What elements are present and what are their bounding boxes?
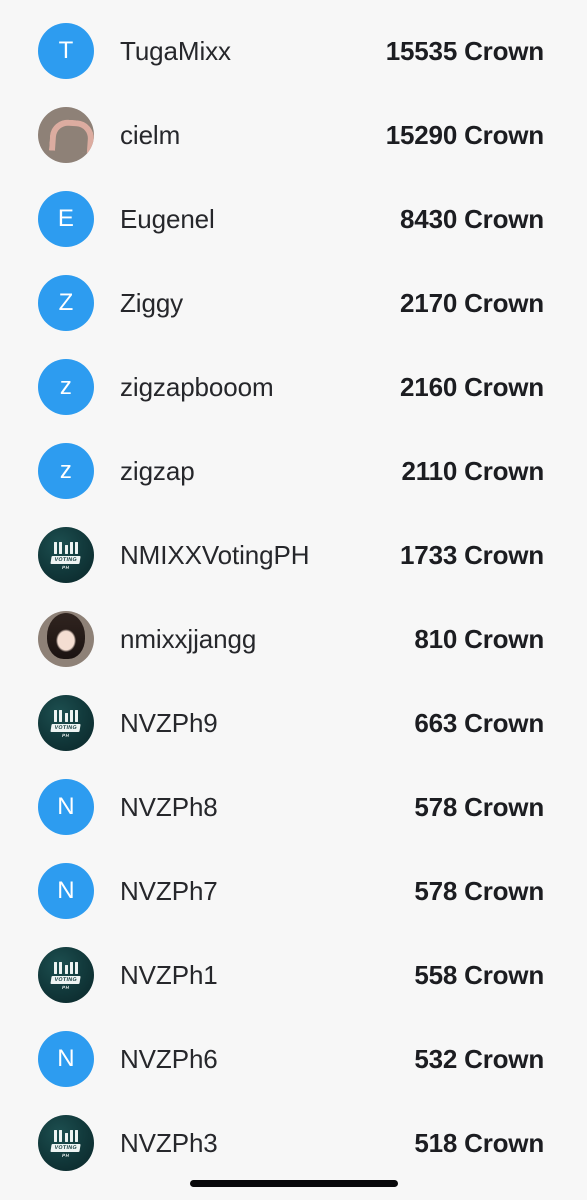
logo-badge-voting: VOTING — [50, 556, 82, 565]
logo-badge-voting: VOTING — [50, 976, 82, 985]
logo-subtitle-ph: PH — [62, 733, 71, 739]
crown-score-label: 2170 Crown — [400, 287, 544, 318]
username-label: NVZPh3 — [120, 1127, 218, 1158]
logo-wordmark-nmixx — [54, 1129, 78, 1142]
username-label: zigzapbooom — [120, 371, 274, 402]
logo-subtitle-ph: PH — [62, 985, 71, 991]
logo-badge-voting: VOTING — [50, 724, 82, 733]
avatar-nmixx-voting-ph-logo: VOTING PH — [38, 527, 94, 583]
username-label: NVZPh7 — [120, 875, 218, 906]
logo-inner: VOTING PH — [38, 696, 94, 751]
username-label: NMIXXVotingPH — [120, 539, 310, 570]
logo-subtitle-ph: PH — [62, 1153, 71, 1159]
logo-inner: VOTING PH — [38, 1116, 94, 1171]
leaderboard-row[interactable]: N NVZPh7 578 Crown — [0, 849, 587, 933]
logo-wordmark-nmixx — [54, 709, 78, 722]
crown-score-label: 532 Crown — [414, 1043, 544, 1074]
leaderboard-row[interactable]: Z Ziggy 2170 Crown — [0, 261, 587, 345]
avatar-initial: N — [38, 863, 94, 919]
username-label: cielm — [120, 119, 181, 150]
logo-inner: VOTING PH — [38, 528, 94, 583]
leaderboard-row[interactable]: VOTING PH NVZPh9 663 Crown — [0, 681, 587, 765]
username-label: NVZPh6 — [120, 1043, 218, 1074]
avatar-initial: N — [38, 779, 94, 835]
leaderboard-row[interactable]: T TugaMixx 15535 Crown — [0, 9, 587, 93]
leaderboard-row[interactable]: z zigzapbooom 2160 Crown — [0, 345, 587, 429]
avatar-nmixx-voting-ph-logo: VOTING PH — [38, 947, 94, 1003]
username-label: NVZPh9 — [120, 707, 218, 738]
avatar-photo — [38, 611, 94, 667]
crown-score-label: 558 Crown — [414, 959, 544, 990]
avatar-nmixx-voting-ph-logo: VOTING PH — [38, 1115, 94, 1171]
username-label: NVZPh8 — [120, 791, 218, 822]
username-label: nmixxjjangg — [120, 623, 257, 654]
crown-score-label: 663 Crown — [414, 707, 544, 738]
avatar-nmixx-voting-ph-logo: VOTING PH — [38, 695, 94, 751]
avatar-initial: T — [38, 23, 94, 79]
leaderboard-row[interactable]: cielm 15290 Crown — [0, 93, 587, 177]
leaderboard-row[interactable]: VOTING PH NMIXXVotingPH 1733 Crown — [0, 513, 587, 597]
username-label: Eugenel — [120, 203, 215, 234]
crown-score-label: 578 Crown — [414, 875, 544, 906]
username-label: NVZPh1 — [120, 959, 218, 990]
username-label: TugaMixx — [120, 35, 231, 66]
leaderboard-row[interactable]: N NVZPh6 532 Crown — [0, 1017, 587, 1101]
avatar-initial: z — [38, 359, 94, 415]
home-indicator-area — [0, 1180, 587, 1187]
logo-subtitle-ph: PH — [62, 565, 71, 571]
logo-wordmark-nmixx — [54, 541, 78, 554]
logo-wordmark-nmixx — [54, 961, 78, 974]
username-label: Ziggy — [120, 287, 184, 318]
crown-score-label: 2110 Crown — [401, 455, 544, 486]
avatar-initial: z — [38, 443, 94, 499]
leaderboard-screen: T TugaMixx 15535 Crown cielm 15290 Crown E Eug… — [0, 0, 587, 1200]
leaderboard-row[interactable]: N NVZPh8 578 Crown — [0, 765, 587, 849]
crown-score-label: 15290 Crown — [385, 119, 544, 150]
avatar-initial: N — [38, 1031, 94, 1087]
avatar-photo — [38, 107, 94, 163]
username-label: zigzap — [120, 455, 195, 486]
home-indicator[interactable] — [189, 1180, 398, 1187]
leaderboard-list: T TugaMixx 15535 Crown cielm 15290 Crown E Eug… — [0, 0, 587, 1185]
crown-score-label: 8430 Crown — [400, 203, 544, 234]
avatar-initial: E — [38, 191, 94, 247]
leaderboard-row[interactable]: VOTING PH NVZPh3 518 Crown — [0, 1101, 587, 1185]
crown-score-label: 810 Crown — [414, 623, 544, 654]
logo-inner: VOTING PH — [38, 948, 94, 1003]
crown-score-label: 1733 Crown — [400, 539, 544, 570]
logo-badge-voting: VOTING — [50, 1144, 82, 1153]
crown-score-label: 15535 Crown — [385, 35, 544, 66]
crown-score-label: 518 Crown — [414, 1127, 544, 1158]
crown-score-label: 2160 Crown — [400, 371, 544, 402]
avatar-initial: Z — [38, 275, 94, 331]
leaderboard-row[interactable]: nmixxjjangg 810 Crown — [0, 597, 587, 681]
crown-score-label: 578 Crown — [414, 791, 544, 822]
leaderboard-row[interactable]: E Eugenel 8430 Crown — [0, 177, 587, 261]
leaderboard-row[interactable]: z zigzap 2110 Crown — [0, 429, 587, 513]
leaderboard-row[interactable]: VOTING PH NVZPh1 558 Crown — [0, 933, 587, 1017]
